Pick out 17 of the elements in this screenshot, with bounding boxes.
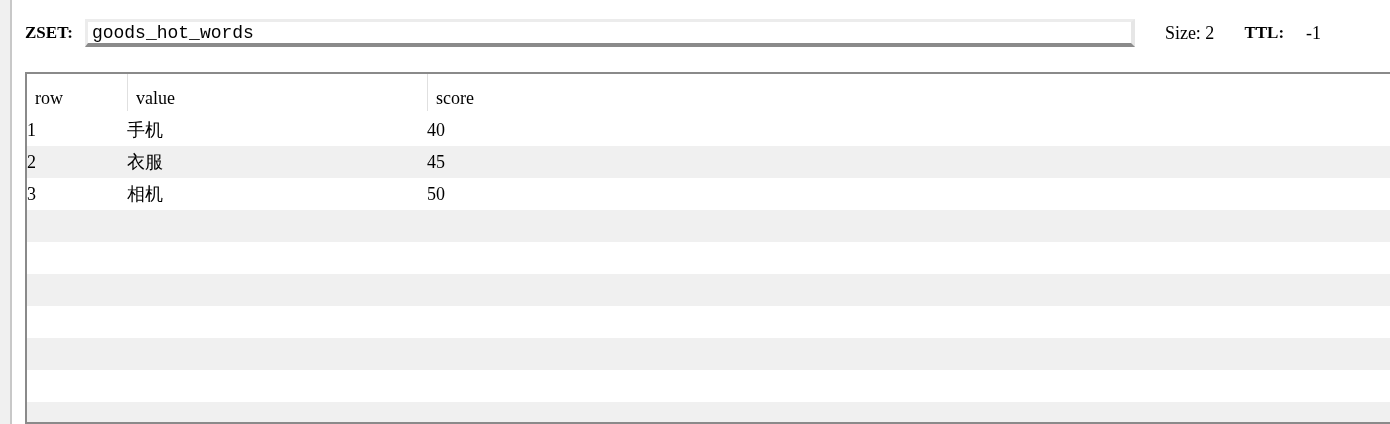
ttl-label: TTL: xyxy=(1244,23,1285,43)
table-cell-text: 手机 xyxy=(127,119,164,142)
key-name-field[interactable]: goods_hot_words xyxy=(84,19,1135,47)
table-cell-text: 40 xyxy=(427,119,446,141)
column-header[interactable]: value xyxy=(136,88,175,111)
table-cell-text: 衣服 xyxy=(127,151,164,174)
column-header[interactable]: row xyxy=(35,88,63,111)
table-cell-text: 50 xyxy=(427,183,446,205)
table-cell-text: 2 xyxy=(27,151,37,173)
size-text: Size: 2 xyxy=(1164,22,1215,44)
table-cell-text: 3 xyxy=(27,183,37,205)
column-header[interactable]: score xyxy=(436,88,474,111)
table-cell-text: 1 xyxy=(27,119,37,141)
ttl-value: -1 xyxy=(1306,22,1322,44)
table-cell-text: 45 xyxy=(427,151,446,173)
key-type-label: ZSET: xyxy=(25,23,73,43)
table-cell-text: 相机 xyxy=(127,183,164,206)
